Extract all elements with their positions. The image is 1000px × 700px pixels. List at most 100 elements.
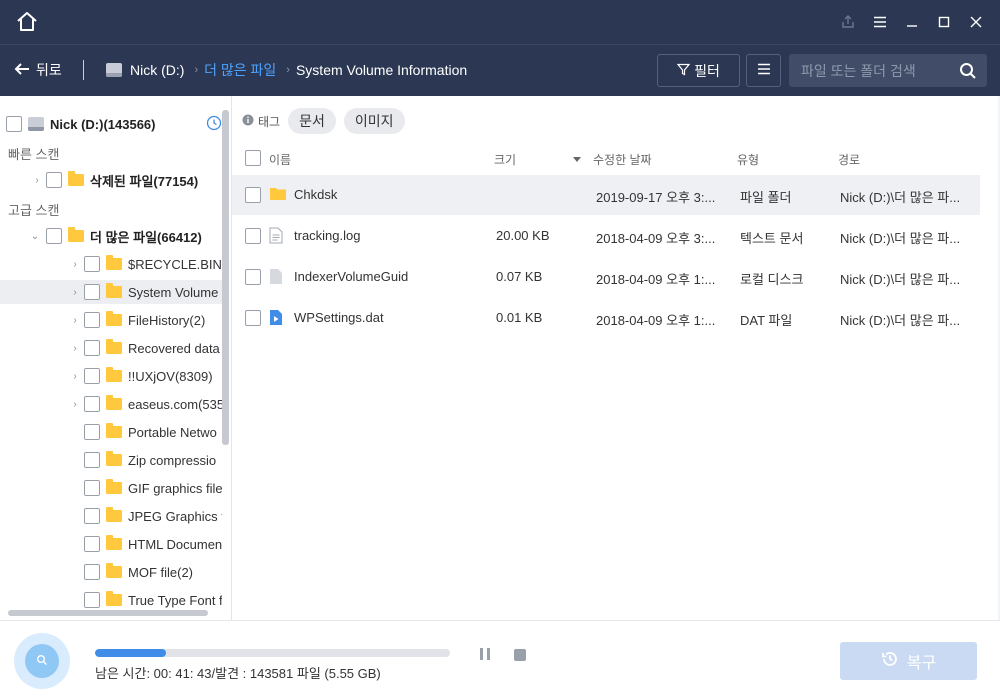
tree-item-checkbox[interactable] — [84, 424, 100, 440]
tree-item-checkbox[interactable] — [84, 480, 100, 496]
tree-item-child[interactable]: Portable Netwo — [0, 420, 222, 444]
tree-item-checkbox[interactable] — [84, 284, 100, 300]
search-input[interactable] — [789, 62, 949, 79]
row-checkbox[interactable] — [245, 269, 261, 285]
menu-icon[interactable] — [864, 8, 896, 36]
chevron-right-icon: › — [194, 64, 199, 76]
tree-item-child[interactable]: Zip compressio — [0, 448, 222, 472]
more-files-checkbox[interactable] — [46, 228, 62, 244]
column-size[interactable]: 크기 — [494, 151, 516, 168]
tree-item-child[interactable]: › easeus.com(535 — [0, 392, 222, 416]
view-menu-button[interactable] — [746, 54, 781, 87]
tree-item-child[interactable]: JPEG Graphics f — [0, 504, 222, 528]
cell-name: Chkdsk — [294, 187, 338, 202]
tree-item-child[interactable]: MOF file(2) — [0, 560, 222, 584]
recover-button[interactable]: 복구 — [840, 642, 977, 680]
column-path[interactable]: 경로 — [838, 151, 860, 168]
breadcrumb-drive[interactable]: Nick (D:) — [130, 62, 184, 78]
tree-item-label: $RECYCLE.BIN(7) — [128, 256, 222, 272]
row-checkbox[interactable] — [245, 187, 261, 203]
table-row[interactable]: IndexerVolumeGuid 0.07 KB 2018-04-09 오후 1:… — [232, 257, 980, 297]
table-row[interactable]: tracking.log 20.00 KB 2018-04-09 오후 3:... 텍… — [232, 216, 980, 256]
sidebar-h-scrollbar[interactable] — [0, 608, 231, 618]
tree-item-child[interactable]: › !!UXjOV(8309) — [0, 364, 222, 388]
chevron-right-icon[interactable]: › — [70, 315, 80, 326]
minimize-icon[interactable] — [896, 8, 928, 36]
tree-item-checkbox[interactable] — [84, 396, 100, 412]
share-icon[interactable] — [832, 8, 864, 36]
row-checkbox[interactable] — [245, 228, 261, 244]
chevron-right-icon[interactable]: › — [70, 343, 80, 354]
column-name[interactable]: 이름 — [269, 151, 291, 168]
close-icon[interactable] — [960, 8, 992, 36]
cell-size: 0.07 KB — [496, 269, 543, 284]
tree-item-checkbox[interactable] — [84, 564, 100, 580]
tree-item-label: easeus.com(535 — [128, 396, 222, 412]
tag-chip-documents[interactable]: 문서 — [288, 108, 336, 134]
deleted-files-label: 삭제된 파일(77154) — [90, 173, 199, 189]
home-icon[interactable] — [14, 10, 40, 34]
back-label: 뒤로 — [36, 62, 62, 78]
tree-item-checkbox[interactable] — [84, 340, 100, 356]
cell-name: IndexerVolumeGuid — [294, 269, 409, 284]
tree-item-checkbox[interactable] — [84, 256, 100, 272]
cell-name: WPSettings.dat — [294, 310, 384, 325]
app-window: 뒤로 Nick (D:) › 더 많은 파일 › System Volume I… — [0, 0, 1000, 700]
folder-icon — [106, 591, 122, 606]
tree-item-child[interactable]: › FileHistory(2) — [0, 308, 222, 332]
breadcrumb-current[interactable]: System Volume Information — [296, 62, 467, 78]
sort-desc-icon[interactable] — [572, 153, 582, 167]
table-row[interactable]: WPSettings.dat 0.01 KB 2018-04-09 오후 1:...… — [232, 298, 980, 338]
tree-item-more-files[interactable]: ⌄ 더 많은 파일(66412) — [30, 224, 222, 248]
tree-item-child[interactable]: GIF graphics file — [0, 476, 222, 500]
column-type[interactable]: 유형 — [737, 151, 759, 168]
pause-button[interactable] — [478, 648, 492, 662]
tree-item-checkbox[interactable] — [84, 508, 100, 524]
row-checkbox[interactable] — [245, 310, 261, 326]
tree-item-child[interactable]: › $RECYCLE.BIN(7) — [0, 252, 222, 276]
chevron-right-icon[interactable]: › — [32, 175, 42, 186]
dat-file-icon — [269, 309, 283, 326]
tree-item-checkbox[interactable] — [84, 312, 100, 328]
cell-date: 2018-04-09 오후 1:... — [596, 313, 716, 328]
tree-item-drive[interactable]: Nick (D:)(143566) — [0, 112, 222, 136]
list-icon — [757, 63, 771, 78]
tree-item-child[interactable]: › System Volume Information — [0, 280, 222, 304]
chevron-right-icon[interactable]: › — [70, 371, 80, 382]
search-icon[interactable] — [959, 62, 977, 83]
tree-item-checkbox[interactable] — [84, 536, 100, 552]
tree-item-checkbox[interactable] — [84, 592, 100, 608]
scrollbar-thumb[interactable] — [222, 110, 229, 445]
sidebar-scrollbar[interactable] — [221, 110, 230, 610]
cell-type: 텍스트 문서 — [740, 231, 804, 246]
back-button[interactable]: 뒤로 — [14, 59, 62, 81]
drive-checkbox[interactable] — [6, 116, 22, 132]
chevron-right-icon[interactable]: › — [70, 287, 80, 298]
scrollbar-thumb[interactable] — [8, 610, 208, 616]
deleted-files-checkbox[interactable] — [46, 172, 62, 188]
recover-label: 복구 — [906, 655, 937, 672]
chevron-down-icon[interactable]: ⌄ — [30, 231, 40, 242]
tag-chip-images[interactable]: 이미지 — [343, 108, 405, 134]
tree-item-label: Zip compressio — [128, 452, 217, 468]
maximize-icon[interactable] — [928, 8, 960, 36]
table-row[interactable]: Chkdsk 2019-09-17 오후 3:... 파일 폴더 Nick (D:)\… — [232, 175, 980, 215]
filter-label: 필터 — [694, 62, 720, 79]
tree-item-child[interactable]: › Recovered data — [0, 336, 222, 360]
tree-item-checkbox[interactable] — [84, 368, 100, 384]
tree-item-child[interactable]: HTML Documen — [0, 532, 222, 556]
stop-button[interactable] — [514, 649, 526, 661]
chevron-right-icon[interactable]: › — [70, 259, 80, 270]
refresh-icon[interactable] — [206, 115, 222, 134]
table-header: 이름 크기 수정한 날짜 유형 경로 — [232, 146, 998, 172]
column-date[interactable]: 수정한 날짜 — [593, 151, 652, 168]
select-all-checkbox[interactable] — [245, 150, 261, 166]
folder-icon — [106, 479, 122, 494]
folder-icon — [106, 451, 122, 466]
breadcrumb-more-files[interactable]: 더 많은 파일 — [204, 60, 276, 80]
tree-item-deleted-files[interactable]: › 삭제된 파일(77154) — [32, 168, 222, 192]
cell-type: DAT 파일 — [740, 313, 793, 328]
tree-item-checkbox[interactable] — [84, 452, 100, 468]
chevron-right-icon[interactable]: › — [70, 399, 80, 410]
filter-button[interactable]: 필터 — [657, 54, 740, 87]
